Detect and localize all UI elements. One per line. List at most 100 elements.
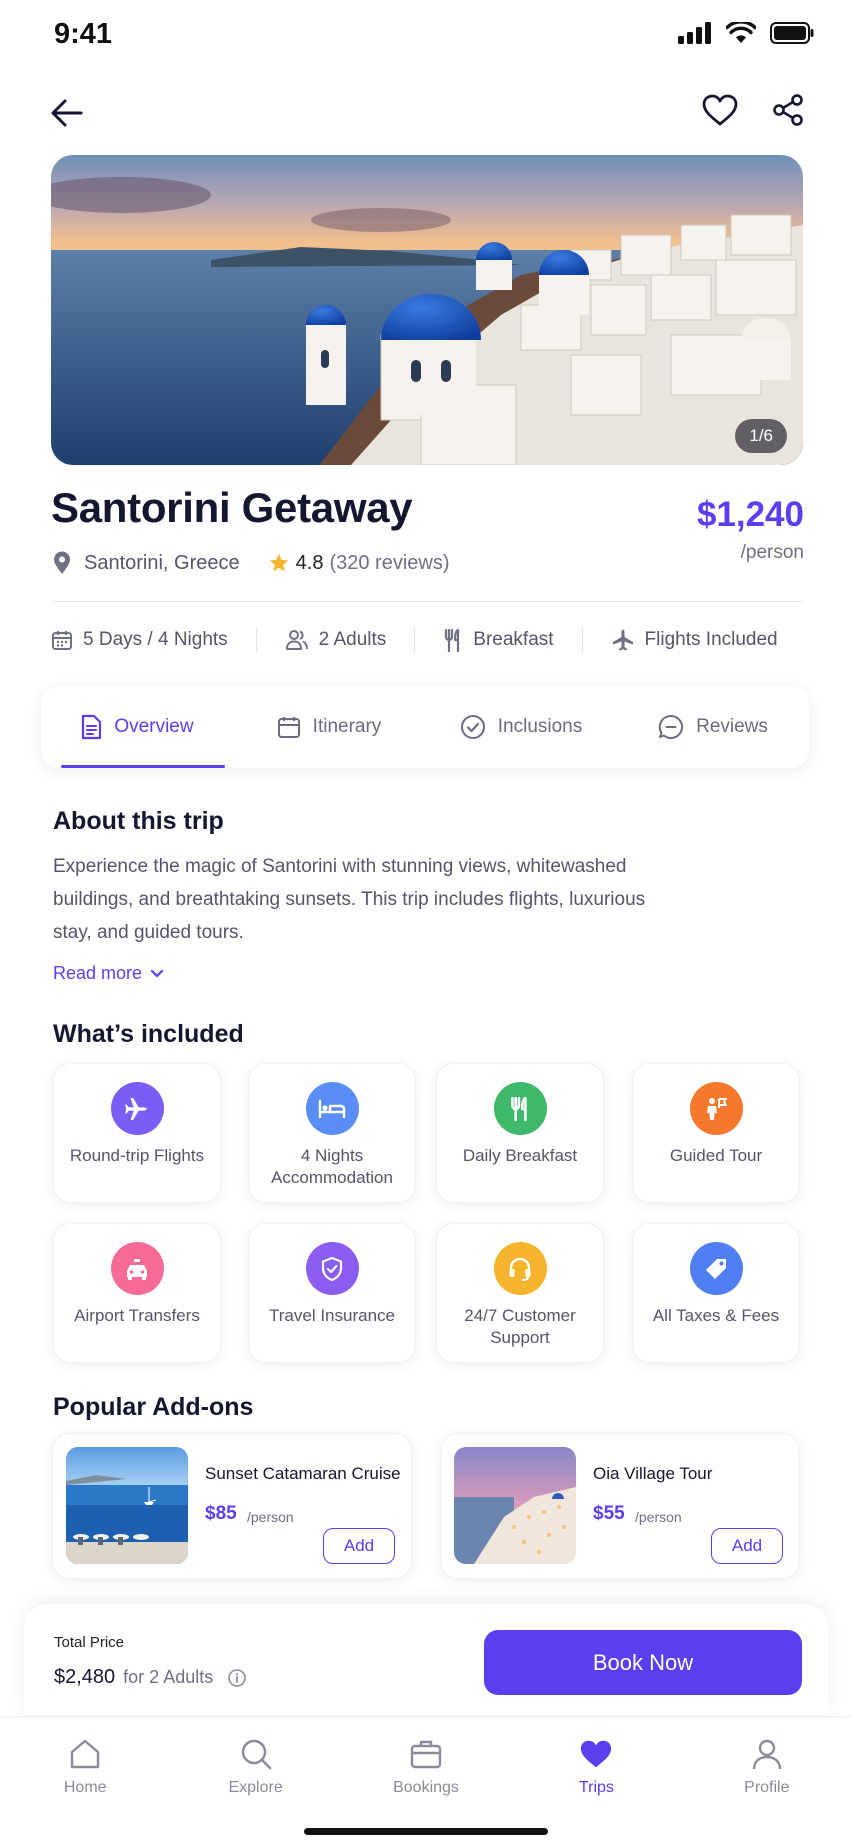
feature-flights-label: Flights Included	[644, 629, 778, 650]
tab-overview[interactable]: Overview	[41, 686, 233, 768]
briefcase-icon	[410, 1740, 442, 1769]
info-icon[interactable]	[227, 1668, 247, 1688]
addon-price: $55	[593, 1503, 625, 1524]
back-button[interactable]	[44, 90, 90, 136]
included-item: All Taxes & Fees	[632, 1223, 800, 1363]
included-heading: What’s included	[53, 1020, 244, 1048]
addon-name: Sunset Catamaran Cruise	[205, 1464, 401, 1483]
nav-trips-label: Trips	[578, 1779, 614, 1796]
tab-reviews[interactable]: Reviews	[617, 686, 809, 768]
nav-profile[interactable]: Profile	[682, 1717, 852, 1846]
book-now-button[interactable]: Book Now	[484, 1630, 802, 1695]
tab-itinerary[interactable]: Itinerary	[233, 686, 425, 768]
feature-separator	[255, 627, 257, 653]
chat-icon	[658, 714, 684, 739]
total-price-sub: for 2 Adults	[123, 1667, 214, 1687]
price-per: /person	[740, 542, 804, 563]
section-tabs: Overview Itinerary Inclusions Reviews	[41, 686, 809, 768]
included-label: Daily Breakfast	[462, 1146, 578, 1165]
included-label: 24/7 Customer Support	[464, 1306, 576, 1347]
location-row: Santorini, Greece 4.8 (320 reviews)	[52, 551, 450, 575]
feature-separator	[581, 627, 583, 653]
divider	[51, 601, 803, 602]
about-text: Experience the magic of Santorini with s…	[53, 856, 646, 943]
included-label: Travel Insurance	[269, 1306, 395, 1325]
addon-card[interactable]: Sunset Catamaran Cruise $85 /person Add	[52, 1433, 412, 1579]
addons-heading: Popular Add-ons	[53, 1393, 254, 1421]
included-item: 24/7 Customer Support	[436, 1223, 604, 1363]
nav-explore[interactable]: Explore	[170, 1717, 340, 1846]
chevron-down-icon	[150, 969, 164, 977]
about-heading: About this trip	[53, 807, 224, 835]
review-count: (320 reviews)	[329, 551, 450, 574]
rating-value: 4.8	[295, 551, 324, 574]
addon-name: Oia Village Tour	[593, 1464, 713, 1483]
heart-icon	[581, 1740, 612, 1768]
feature-duration-label: 5 Days / 4 Nights	[83, 629, 228, 650]
addon-price: $85	[205, 1503, 237, 1524]
headset-icon	[493, 1242, 547, 1295]
addon-card[interactable]: Oia Village Tour $55 /person Add	[440, 1433, 800, 1579]
addon-per: /person	[635, 1509, 682, 1525]
read-more-label: Read more	[53, 963, 143, 983]
included-label: Round-trip Flights	[69, 1146, 205, 1165]
nav-home-label: Home	[63, 1779, 107, 1796]
image-counter: 1/6	[735, 419, 787, 453]
location-text: Santorini, Greece	[84, 551, 240, 574]
star-icon	[269, 553, 288, 572]
status-icons	[678, 22, 814, 44]
tab-overview-label: Overview	[114, 716, 194, 737]
oia-village-photo	[454, 1447, 576, 1564]
nav-home[interactable]: Home	[0, 1717, 170, 1846]
nav-bookings-label: Bookings	[393, 1779, 459, 1796]
tab-inclusions-label: Inclusions	[497, 716, 583, 737]
utensils-icon	[445, 628, 460, 652]
users-icon	[285, 630, 308, 650]
feature-meal-label: Breakfast	[473, 629, 554, 650]
user-icon	[752, 1739, 782, 1770]
hero-image[interactable]: 1/6	[51, 155, 803, 465]
trip-price: $1,240	[696, 495, 804, 534]
total-price-value: $2,480	[54, 1666, 116, 1688]
trip-features: 5 Days / 4 Nights 2 Adults Breakfast Fli…	[51, 620, 803, 660]
signal-icon	[678, 22, 711, 44]
included-label: Airport Transfers	[74, 1306, 200, 1325]
favorite-button[interactable]	[698, 88, 742, 132]
included-label: All Taxes & Fees	[652, 1306, 780, 1325]
read-more-link[interactable]: Read more	[53, 963, 164, 984]
add-catamaran-button[interactable]: Add	[323, 1528, 395, 1564]
total-price-label: Total Price	[54, 1634, 125, 1651]
feature-duration: 5 Days / 4 Nights	[51, 629, 228, 651]
santorini-photo	[51, 155, 803, 465]
included-item: Round-trip Flights	[53, 1063, 221, 1203]
calendar-icon	[277, 717, 300, 738]
nav-bookings[interactable]: Bookings	[341, 1717, 511, 1846]
share-button[interactable]	[766, 88, 810, 132]
addon-per: /person	[247, 1509, 294, 1525]
tab-inclusions[interactable]: Inclusions	[425, 686, 617, 768]
heart-icon	[702, 94, 738, 126]
document-icon	[82, 714, 102, 740]
taxi-icon	[110, 1242, 164, 1295]
tag-icon	[689, 1242, 743, 1295]
bottom-nav: Home Explore Bookings Trips Profile	[0, 1716, 852, 1846]
wifi-icon	[726, 22, 756, 43]
add-oia-tour-button[interactable]: Add	[711, 1528, 783, 1564]
battery-icon	[770, 22, 814, 44]
location-pin-icon	[54, 551, 70, 574]
share-icon	[773, 94, 803, 126]
included-item: 4 Nights Accommodation	[248, 1063, 416, 1203]
airplane-icon	[110, 1082, 164, 1135]
nav-profile-label: Profile	[744, 1779, 790, 1796]
search-icon	[241, 1739, 271, 1770]
total-price: $2,480 for 2 Adults	[54, 1666, 247, 1689]
calendar-icon	[52, 631, 72, 650]
trip-title: Santorini Getaway	[51, 484, 413, 531]
feature-separator	[414, 627, 416, 653]
home-indicator	[304, 1828, 548, 1835]
status-time: 9:41	[54, 18, 113, 50]
nav-trips[interactable]: Trips	[511, 1717, 681, 1846]
rating[interactable]: 4.8 (320 reviews)	[268, 552, 450, 575]
feature-meal: Breakfast	[443, 628, 554, 652]
booking-bar: Total Price $2,480 for 2 Adults Book Now	[24, 1604, 828, 1714]
